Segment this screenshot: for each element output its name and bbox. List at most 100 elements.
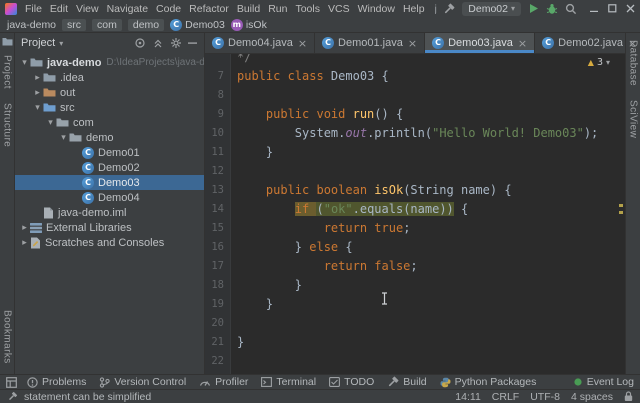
- tree-item-java-demo-iml[interactable]: java-demo.iml: [15, 205, 204, 220]
- menu-item-navigate[interactable]: Navigate: [103, 2, 152, 16]
- tree-item-demo02[interactable]: C Demo02: [15, 160, 204, 175]
- tree-item-idea[interactable]: ▸ .idea: [15, 70, 204, 85]
- editor-tab-demo04-java[interactable]: C Demo04.java ×: [205, 33, 316, 53]
- menu-item-view[interactable]: View: [72, 2, 103, 16]
- code-text[interactable]: }: [231, 333, 244, 352]
- tree-item-scratches-and-consoles[interactable]: ▸ Scratches and Consoles: [15, 235, 204, 250]
- code-text[interactable]: return false;: [231, 257, 418, 276]
- tree-expand-arrow[interactable]: ▸: [32, 88, 43, 98]
- tree-expand-arrow[interactable]: ▸: [19, 238, 30, 248]
- tree-item-demo04[interactable]: C Demo04: [15, 190, 204, 205]
- code-text[interactable]: */: [231, 54, 251, 67]
- close-icon[interactable]: ×: [408, 37, 417, 50]
- tree-expand-arrow[interactable]: ▾: [45, 118, 56, 128]
- code-text[interactable]: } else {: [231, 238, 353, 257]
- editor-tab-demo03-java[interactable]: C Demo03.java ×: [425, 33, 536, 53]
- code-text[interactable]: }: [231, 143, 273, 162]
- toolwindow-button-python-packages[interactable]: Python Packages: [440, 376, 536, 388]
- menu-item-code[interactable]: Code: [152, 2, 185, 16]
- minimize-icon[interactable]: [590, 4, 599, 13]
- close-icon[interactable]: ×: [628, 37, 637, 50]
- stripe-button-project[interactable]: Project: [2, 55, 13, 89]
- tree-item-demo03[interactable]: C Demo03: [15, 175, 204, 190]
- tree-item-src[interactable]: ▾ src: [15, 100, 204, 115]
- menu-item-help[interactable]: Help: [399, 2, 429, 16]
- breadcrumb-demo[interactable]: demo: [127, 18, 165, 31]
- breadcrumb-java-demo[interactable]: java-demo: [7, 19, 56, 31]
- menu-item-window[interactable]: Window: [354, 2, 399, 16]
- code-text[interactable]: public class Demo03 {: [231, 67, 389, 86]
- project-panel-title[interactable]: Project: [21, 37, 55, 49]
- tree-item-demo01[interactable]: C Demo01: [15, 145, 204, 160]
- maximize-icon[interactable]: [608, 4, 617, 13]
- collapse-all-icon[interactable]: [152, 37, 164, 49]
- toolwindow-button-terminal[interactable]: Terminal: [261, 376, 316, 388]
- status-4-spaces[interactable]: 4 spaces: [571, 391, 613, 403]
- inspections-widget[interactable]: ▲ 3 ▾: [588, 57, 610, 68]
- code-text[interactable]: }: [231, 276, 302, 295]
- toolwindow-button-version-control[interactable]: Version Control: [99, 376, 186, 388]
- code-text[interactable]: [231, 162, 237, 181]
- stripe-button-bookmarks[interactable]: Bookmarks: [2, 310, 13, 364]
- code-text[interactable]: }: [231, 295, 273, 314]
- code-text[interactable]: [231, 352, 237, 371]
- gear-icon[interactable]: [170, 37, 182, 49]
- menu-item-vcs[interactable]: VCS: [324, 2, 354, 16]
- run-icon[interactable]: [528, 3, 539, 14]
- close-icon[interactable]: ×: [518, 37, 527, 50]
- tree-item-demo[interactable]: ▾ demo: [15, 130, 204, 145]
- toolwindow-button-todo[interactable]: TODO: [329, 376, 374, 388]
- code-text[interactable]: public void run() {: [231, 105, 403, 124]
- menu-item-run[interactable]: Run: [264, 2, 291, 16]
- status-utf-8[interactable]: UTF-8: [530, 391, 560, 403]
- hide-icon[interactable]: [188, 38, 198, 48]
- code-text[interactable]: public boolean isOk(String name) {: [231, 181, 512, 200]
- project-stripe-icon[interactable]: [2, 37, 13, 46]
- code-text[interactable]: [231, 86, 237, 105]
- status-14-11[interactable]: 14:11: [455, 391, 481, 403]
- tree-expand-arrow[interactable]: ▾: [58, 133, 69, 143]
- target-icon[interactable]: [134, 37, 146, 49]
- code-text[interactable]: [231, 314, 237, 333]
- tree-item-out[interactable]: ▸ out: [15, 85, 204, 100]
- editor-tab-demo02-java[interactable]: C Demo02.java ×: [535, 33, 640, 53]
- status-crlf[interactable]: CRLF: [492, 391, 519, 403]
- toolwindow-button-profiler[interactable]: Profiler: [199, 376, 248, 388]
- menu-item-edit[interactable]: Edit: [46, 2, 72, 16]
- windows-icon[interactable]: [6, 376, 17, 388]
- warning-stripe-mark[interactable]: [619, 204, 623, 207]
- code-editor[interactable]: */ 7 public class Demo03 {8 9 public void r…: [205, 54, 625, 374]
- toolwindow-button-problems[interactable]: Problems: [27, 376, 86, 388]
- stripe-button-structure[interactable]: Structure: [2, 103, 13, 147]
- hammer-icon[interactable]: [443, 3, 455, 15]
- close-icon[interactable]: [626, 4, 635, 13]
- code-text[interactable]: System.out.println("Hello World! Demo03"…: [231, 124, 598, 143]
- close-icon[interactable]: ×: [298, 37, 307, 50]
- breadcrumb-isok[interactable]: m isOk: [230, 18, 267, 31]
- stripe-button-sciview[interactable]: SciView: [628, 100, 639, 138]
- toolwindow-button-build[interactable]: Build: [387, 376, 427, 388]
- menu-item-build[interactable]: Build: [233, 2, 264, 16]
- code-text[interactable]: return true;: [231, 219, 411, 238]
- breadcrumb-demo03[interactable]: C Demo03: [170, 18, 225, 31]
- debug-icon[interactable]: [546, 3, 558, 15]
- status-message[interactable]: statement can be simplified: [24, 391, 151, 403]
- toolwindow-button-event-log[interactable]: Event Log: [573, 376, 634, 388]
- run-config-selector[interactable]: Demo02 ▾: [462, 1, 521, 16]
- lock-icon[interactable]: [624, 391, 633, 402]
- tree-expand-arrow[interactable]: ▾: [32, 103, 43, 113]
- search-icon[interactable]: [565, 3, 577, 15]
- tree-expand-arrow[interactable]: ▾: [19, 58, 30, 68]
- menu-item-tools[interactable]: Tools: [291, 2, 324, 16]
- editor-tab-demo01-java[interactable]: C Demo01.java ×: [315, 33, 426, 53]
- breadcrumb-com[interactable]: com: [92, 18, 122, 31]
- tree-item-external-libraries[interactable]: ▸ External Libraries: [15, 220, 204, 235]
- code-text[interactable]: if ("ok".equals(name)) {: [231, 200, 468, 219]
- tree-item-java-demo[interactable]: ▾ java-demo D:\IdeaProjects\java-demo: [15, 55, 204, 70]
- breadcrumb-src[interactable]: src: [62, 18, 87, 31]
- warning-stripe-mark[interactable]: [619, 211, 623, 214]
- menu-item-file[interactable]: File: [21, 2, 46, 16]
- tree-item-com[interactable]: ▾ com: [15, 115, 204, 130]
- tree-expand-arrow[interactable]: ▸: [19, 223, 30, 233]
- menu-item-refactor[interactable]: Refactor: [185, 2, 233, 16]
